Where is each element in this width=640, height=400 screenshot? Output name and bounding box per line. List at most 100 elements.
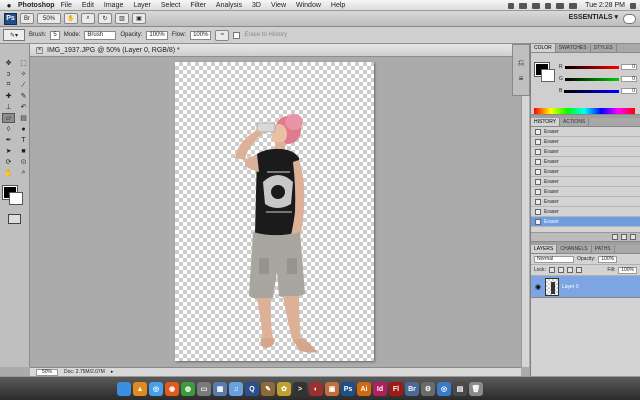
status-zoom-field[interactable]: 50% bbox=[36, 368, 58, 376]
app-photos-icon[interactable]: ▤ bbox=[453, 382, 467, 396]
gradient-tool-icon[interactable]: ▤ bbox=[17, 113, 30, 123]
menu-analysis[interactable]: Analysis bbox=[216, 2, 242, 9]
search-field[interactable] bbox=[623, 14, 636, 24]
brush-presets-icon[interactable]: ≡ bbox=[519, 74, 524, 83]
app-menu[interactable]: Photoshop bbox=[18, 2, 55, 9]
lasso-tool-icon[interactable]: ↄ bbox=[2, 69, 15, 79]
shape-tool-icon[interactable]: ■ bbox=[17, 146, 30, 156]
quick-select-tool-icon[interactable]: ✧ bbox=[17, 69, 30, 79]
history-item[interactable]: Eraser bbox=[531, 157, 640, 167]
trash-icon[interactable]: 🗑 bbox=[469, 382, 483, 396]
blend-mode-select[interactable]: Normal bbox=[534, 255, 574, 263]
close-document-icon[interactable]: × bbox=[36, 46, 43, 54]
app-grid-icon[interactable]: ▦ bbox=[213, 382, 227, 396]
layer-thumbnail[interactable] bbox=[545, 277, 559, 296]
menu-file[interactable]: File bbox=[61, 2, 72, 9]
menu-select[interactable]: Select bbox=[161, 2, 180, 9]
tab-layers[interactable]: LAYERS bbox=[531, 245, 558, 253]
history-item[interactable]: Eraser bbox=[531, 187, 640, 197]
clone-stamp-tool-icon[interactable]: ⊥ bbox=[2, 102, 15, 112]
eyedropper-tool-icon[interactable]: ⁄ bbox=[17, 80, 30, 90]
menu-help[interactable]: Help bbox=[331, 2, 345, 9]
history-item[interactable]: Eraser bbox=[531, 127, 640, 137]
app-disk-icon[interactable]: ◐ bbox=[309, 382, 323, 396]
hand-tool-icon[interactable]: ✋ bbox=[2, 168, 15, 178]
erase-history-checkbox[interactable] bbox=[233, 31, 241, 39]
history-brush-tool-icon[interactable]: ↶ bbox=[17, 102, 30, 112]
document-tab[interactable]: × IMG_1937.JPG @ 50% (Layer 0, RGB/8) * bbox=[30, 44, 514, 57]
dodge-tool-icon[interactable]: ● bbox=[17, 124, 30, 134]
color-spectrum-bar[interactable] bbox=[534, 108, 635, 114]
menu-clock[interactable]: Tue 2:28 PM bbox=[585, 2, 625, 9]
history-panel-icon[interactable]: ⎌ bbox=[518, 58, 524, 68]
menu-image[interactable]: Image bbox=[104, 2, 123, 9]
blue-slider[interactable]: B 0 bbox=[559, 87, 637, 95]
quicktime-icon[interactable]: Q bbox=[245, 382, 259, 396]
menu-view[interactable]: View bbox=[271, 2, 286, 9]
mode-select[interactable]: Brush bbox=[84, 30, 117, 40]
fill-field[interactable]: 100% bbox=[618, 266, 637, 274]
delete-state-icon[interactable] bbox=[630, 234, 636, 240]
app-terminal-icon[interactable]: > bbox=[293, 382, 307, 396]
apple-menu-icon[interactable]: ● bbox=[4, 1, 14, 10]
lock-position-icon[interactable] bbox=[566, 267, 573, 273]
tool-preset-picker[interactable]: ✎▾ bbox=[3, 29, 25, 41]
healing-tool-icon[interactable]: ✚ bbox=[2, 91, 15, 101]
history-item[interactable]: Eraser bbox=[531, 167, 640, 177]
menu-edit[interactable]: Edit bbox=[82, 2, 94, 9]
brush-tool-icon[interactable]: ✎ bbox=[17, 91, 30, 101]
status-arrow-icon[interactable]: ▸ bbox=[111, 369, 114, 375]
quick-mask-icon[interactable] bbox=[8, 214, 21, 224]
lock-pixels-icon[interactable] bbox=[557, 267, 564, 273]
tab-actions[interactable]: ACTIONS bbox=[560, 118, 590, 126]
3d-rotate-tool-icon[interactable]: ⟳ bbox=[2, 157, 15, 167]
app-gallery-icon[interactable]: ▣ bbox=[325, 382, 339, 396]
battery-icon[interactable] bbox=[569, 2, 578, 9]
crop-tool-icon[interactable]: ⌗ bbox=[2, 80, 15, 90]
flag-icon[interactable] bbox=[556, 2, 565, 9]
zoom-tool-icon[interactable]: ⌕ bbox=[81, 13, 95, 24]
app-flower-icon[interactable]: ✿ bbox=[277, 382, 291, 396]
firefox-icon[interactable]: ◉ bbox=[165, 382, 179, 396]
photoshop-icon[interactable]: Ps bbox=[341, 382, 355, 396]
history-item[interactable]: Eraser bbox=[531, 177, 640, 187]
tab-swatches[interactable]: SWATCHES bbox=[556, 44, 591, 52]
vlc-icon[interactable]: ▲ bbox=[133, 382, 147, 396]
airbrush-icon[interactable]: ≈ bbox=[215, 29, 230, 41]
history-item[interactable]: Eraser bbox=[531, 217, 640, 227]
opacity-field[interactable]: 100% bbox=[146, 30, 168, 40]
green-value-field[interactable]: 0 bbox=[621, 76, 637, 82]
flash-icon[interactable]: Fl bbox=[389, 382, 403, 396]
visibility-eye-icon[interactable]: ◉ bbox=[534, 283, 542, 291]
tab-color[interactable]: COLOR bbox=[531, 44, 556, 52]
eraser-tool-icon[interactable]: ▱ bbox=[2, 113, 15, 123]
pen-tool-icon[interactable]: ✒ bbox=[2, 135, 15, 145]
app-globe-icon[interactable]: ◎ bbox=[437, 382, 451, 396]
app-bridge-icon[interactable]: Br bbox=[405, 382, 419, 396]
green-slider[interactable]: G 0 bbox=[559, 75, 637, 83]
new-snapshot-icon[interactable] bbox=[621, 234, 627, 240]
flow-field[interactable]: 100% bbox=[190, 30, 212, 40]
brush-size-picker[interactable]: 5 bbox=[50, 30, 60, 40]
move-tool-icon[interactable]: ✥ bbox=[2, 58, 15, 68]
blue-value-field[interactable]: 0 bbox=[621, 88, 637, 94]
3d-orbit-tool-icon[interactable]: ⊙ bbox=[17, 157, 30, 167]
history-item[interactable]: Eraser bbox=[531, 207, 640, 217]
hand-tool-icon[interactable]: ✋ bbox=[64, 13, 78, 24]
chrome-icon[interactable]: ◍ bbox=[181, 382, 195, 396]
arrange-documents-icon[interactable]: ▥ bbox=[115, 13, 129, 24]
path-select-tool-icon[interactable]: ➤ bbox=[2, 146, 15, 156]
finder-icon[interactable] bbox=[117, 382, 131, 396]
red-value-field[interactable]: 0 bbox=[621, 64, 637, 70]
safari-icon[interactable]: ◎ bbox=[149, 382, 163, 396]
app-tools-icon[interactable]: ✎ bbox=[261, 382, 275, 396]
menu-3d[interactable]: 3D bbox=[252, 2, 261, 9]
bridge-button[interactable]: Br bbox=[20, 13, 34, 24]
image-canvas[interactable] bbox=[175, 62, 374, 361]
menu-window[interactable]: Window bbox=[296, 2, 321, 9]
screen-mode-icon[interactable]: ▣ bbox=[132, 13, 146, 24]
app-gear-icon[interactable]: ⚙ bbox=[421, 382, 435, 396]
layer-row[interactable]: ◉ Layer 0 bbox=[531, 276, 640, 298]
blue-slider-track[interactable] bbox=[564, 89, 619, 93]
wifi-icon[interactable] bbox=[532, 2, 541, 9]
